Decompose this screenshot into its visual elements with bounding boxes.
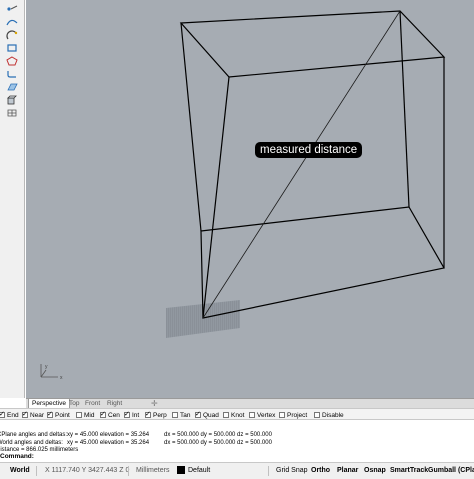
wireframe-scene [166, 10, 446, 338]
cplane-selector[interactable]: World [10, 463, 30, 479]
osnap-mid[interactable]: Mid [76, 411, 94, 419]
toggle-grid-snap[interactable]: Grid Snap [276, 463, 308, 479]
osnap-knot[interactable]: Knot [223, 411, 244, 419]
measured-distance-line [202, 10, 401, 319]
solid-tool-icon[interactable] [6, 95, 18, 105]
toggle-osnap[interactable]: Osnap [364, 463, 386, 479]
checkbox-project[interactable] [279, 412, 285, 418]
checkbox-knot[interactable] [223, 412, 229, 418]
osnap-project-label: Project [287, 411, 308, 419]
mesh-tool-icon[interactable] [6, 108, 18, 118]
status-divider [268, 466, 269, 476]
checkbox-vertex[interactable] [249, 412, 255, 418]
add-viewport-tab-icon[interactable]: ✛ [151, 399, 158, 408]
command-history: CPlane angles and deltas: xy = 45.000 el… [0, 421, 474, 461]
curve-tool-icon[interactable] [6, 17, 18, 27]
coordinates-readout: X 1117.740 Y 3427.443 Z 0 [45, 467, 130, 474]
axis-gizmo-icon: x y [40, 364, 63, 381]
fillet-tool-icon[interactable] [6, 69, 18, 79]
osnap-end[interactable]: End [0, 410, 19, 419]
rectangle-tool-icon[interactable] [6, 43, 18, 53]
toggle-ortho[interactable]: Ortho [311, 463, 330, 479]
axis-y-label: y [45, 364, 48, 370]
history-row-label: CPlane angles and deltas: [0, 432, 68, 438]
osnap-end-label: End [7, 411, 19, 419]
layer-color-swatch[interactable] [177, 466, 185, 474]
tab-right[interactable]: Right [104, 399, 125, 408]
history-row-angles: xy = 45.000 elevation = 35.264 [67, 432, 150, 438]
history-row-deltas: dx = 500.000 dy = 500.000 dz = 500.000 [164, 440, 272, 446]
checkbox-end[interactable] [0, 410, 5, 418]
command-prompt[interactable]: Command: [0, 453, 34, 461]
axis-x-label: x [60, 375, 63, 381]
osnap-knot-label: Knot [231, 411, 245, 419]
left-toolbar [0, 0, 25, 398]
units-readout[interactable]: Millimeters [136, 463, 169, 479]
osnap-quad[interactable]: Quad [195, 410, 219, 419]
osnap-vertex[interactable]: Vertex [249, 411, 275, 419]
history-row-angles: xy = 45.000 elevation = 35.264 [67, 440, 150, 446]
osnap-point-label: Point [55, 411, 70, 419]
wireframe-box [179, 10, 446, 319]
osnap-cen[interactable]: Cen [100, 410, 120, 419]
checkbox-perp[interactable] [145, 410, 151, 418]
checkbox-quad[interactable] [195, 410, 201, 418]
osnap-vertex-label: Vertex [257, 411, 276, 419]
osnap-near-label: Near [30, 411, 45, 419]
osnap-tan[interactable]: Tan [172, 411, 190, 419]
osnap-quad-label: Quad [203, 411, 219, 419]
osnap-project[interactable]: Project [279, 411, 307, 419]
point-tool-icon[interactable] [6, 4, 18, 14]
axis-gizmo: x y [36, 358, 66, 382]
measured-distance-tag: measured distance [255, 142, 363, 158]
osnap-int-label: Int [132, 411, 140, 419]
osnap-point[interactable]: Point [47, 410, 70, 419]
tab-front[interactable]: Front [82, 399, 103, 408]
status-divider [36, 466, 37, 476]
checkbox-near[interactable] [22, 410, 28, 418]
tab-top[interactable]: Top [66, 399, 82, 408]
osnap-bar: End Near Point Mid Cen Int Perp Tan Quad… [0, 408, 474, 420]
status-divider [128, 466, 129, 476]
osnap-cen-label: Cen [108, 411, 120, 419]
osnap-disable-label: Disable [322, 411, 344, 419]
viewport-tabs: Perspective Top Front Right ✛ [26, 398, 474, 408]
arc-tool-icon[interactable] [6, 30, 18, 40]
osnap-perp[interactable]: Perp [145, 410, 167, 419]
checkbox-mid[interactable] [76, 412, 82, 418]
osnap-perp-label: Perp [153, 411, 167, 419]
osnap-tan-label: Tan [180, 411, 191, 419]
layer-selector[interactable]: Default [188, 463, 210, 479]
toggle-gumball[interactable]: Gumball (CPlane) [428, 463, 474, 479]
polygon-tool-icon[interactable] [6, 56, 18, 66]
status-bar: World X 1117.740 Y 3427.443 Z 0 Millimet… [0, 462, 474, 479]
history-row-deltas: dx = 500.000 dy = 500.000 dz = 500.000 [164, 432, 272, 438]
checkbox-disable[interactable] [314, 412, 320, 418]
perspective-viewport[interactable]: measured distance [26, 0, 474, 398]
osnap-disable[interactable]: Disable [314, 411, 344, 419]
osnap-int[interactable]: Int [124, 410, 140, 419]
checkbox-int[interactable] [124, 410, 130, 418]
toggle-smarttrack[interactable]: SmartTrack [390, 463, 428, 479]
osnap-near[interactable]: Near [22, 410, 45, 419]
checkbox-tan[interactable] [172, 412, 178, 418]
toggle-planar[interactable]: Planar [337, 463, 358, 479]
checkbox-cen[interactable] [100, 410, 106, 418]
surface-tool-icon[interactable] [6, 82, 18, 92]
osnap-mid-label: Mid [84, 411, 95, 419]
checkbox-point[interactable] [47, 410, 53, 418]
tab-perspective[interactable]: Perspective [28, 399, 70, 408]
